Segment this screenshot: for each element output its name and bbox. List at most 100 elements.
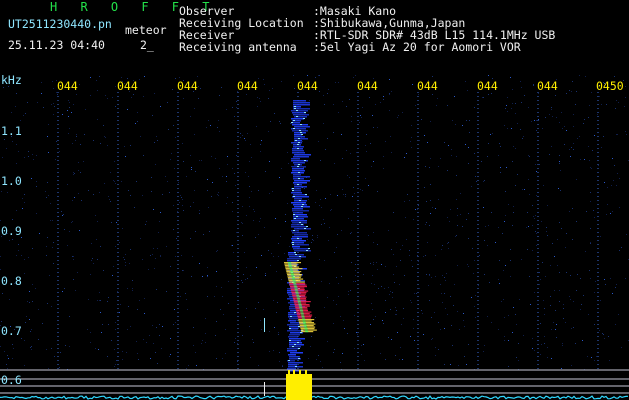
noise-dot — [444, 142, 445, 143]
echo-trace — [292, 232, 307, 234]
noise-dot — [395, 355, 396, 356]
noise-dot — [274, 113, 275, 114]
noise-dot — [615, 324, 616, 325]
noise-dot — [521, 259, 522, 260]
noise-dot — [68, 100, 69, 101]
noise-dot — [38, 309, 39, 310]
noise-dot — [324, 223, 325, 224]
noise-dot — [618, 102, 619, 103]
noise-dot — [159, 335, 160, 336]
noise-dot — [208, 207, 209, 208]
noise-dot — [62, 291, 63, 292]
noise-dot — [114, 181, 115, 182]
noise-dot — [564, 144, 565, 145]
noise-dot — [281, 168, 282, 169]
noise-dot — [468, 163, 469, 164]
noise-dot — [253, 342, 254, 343]
noise-dot — [12, 219, 13, 220]
noise-dot — [150, 358, 151, 359]
echo-trace — [293, 182, 307, 184]
noise-dot — [502, 233, 503, 234]
noise-dot — [425, 166, 426, 167]
noise-dot — [612, 293, 613, 294]
echo-core-inner — [296, 295, 300, 297]
noise-dot — [139, 300, 140, 301]
noise-dot — [483, 351, 484, 352]
noise-dot — [618, 314, 619, 315]
noise-dot — [76, 136, 77, 137]
noise-dot — [39, 233, 40, 234]
noise-dot — [25, 322, 26, 323]
noise-dot — [446, 273, 447, 274]
echo-highlight — [292, 346, 294, 347]
noise-dot — [515, 185, 516, 186]
noise-dot — [524, 189, 525, 190]
noise-dot — [64, 288, 65, 289]
noise-dot — [68, 116, 69, 117]
detection-spike — [299, 370, 301, 375]
noise-dot — [399, 284, 400, 285]
noise-dot — [287, 152, 288, 153]
noise-dot — [219, 131, 220, 132]
echo-trace — [294, 116, 307, 118]
noise-dot — [310, 179, 311, 180]
noise-dot — [430, 121, 431, 122]
noise-dot — [355, 264, 356, 265]
noise-dot — [563, 318, 564, 319]
noise-dot — [249, 326, 250, 327]
noise-dot — [421, 310, 422, 311]
noise-dot — [136, 181, 137, 182]
noise-dot — [573, 301, 574, 302]
noise-dot — [170, 159, 171, 160]
noise-dot — [280, 123, 281, 124]
noise-dot — [515, 113, 516, 114]
noise-dot — [604, 279, 605, 280]
echo-core-inner — [293, 283, 297, 285]
noise-dot — [619, 178, 620, 179]
noise-dot — [136, 341, 137, 342]
noise-dot — [211, 156, 212, 157]
noise-dot — [119, 312, 120, 313]
noise-dot — [327, 93, 328, 94]
noise-dot — [455, 124, 456, 125]
noise-dot — [460, 193, 461, 194]
noise-dot — [498, 329, 499, 330]
noise-dot — [564, 126, 565, 127]
noise-dot — [173, 229, 174, 230]
noise-dot — [619, 207, 620, 208]
echo-trace — [288, 320, 296, 322]
noise-dot — [389, 294, 390, 295]
noise-dot — [385, 141, 386, 142]
noise-dot — [600, 300, 601, 301]
x-tick-label: 044 — [177, 79, 198, 93]
noise-dot — [341, 134, 342, 135]
noise-dot — [560, 190, 561, 191]
noise-dot — [559, 163, 560, 164]
noise-dot — [234, 116, 235, 117]
y-tick-label: 1.0 — [1, 174, 22, 188]
noise-dot — [561, 228, 562, 229]
noise-dot — [565, 247, 566, 248]
echo-core-inner — [290, 272, 294, 274]
echo-highlight — [294, 312, 296, 313]
noise-dot — [233, 252, 234, 253]
noise-dot — [604, 182, 605, 183]
noise-dot — [527, 249, 528, 250]
noise-dot — [424, 135, 425, 136]
noise-dot — [465, 144, 466, 145]
noise-dot — [523, 335, 524, 336]
echo-highlight — [303, 118, 305, 119]
noise-dot — [336, 277, 337, 278]
noise-dot — [532, 205, 533, 206]
echo-core — [294, 305, 310, 307]
x-tick-label: 044 — [477, 79, 498, 93]
noise-dot — [150, 255, 151, 256]
noise-dot — [550, 305, 551, 306]
noise-dot — [505, 108, 506, 109]
echo-core-inner — [304, 329, 308, 331]
noise-dot — [29, 302, 30, 303]
noise-dot — [195, 352, 196, 353]
noise-dot — [199, 210, 200, 211]
echo-core-inner — [291, 274, 294, 276]
noise-dot — [46, 197, 47, 198]
